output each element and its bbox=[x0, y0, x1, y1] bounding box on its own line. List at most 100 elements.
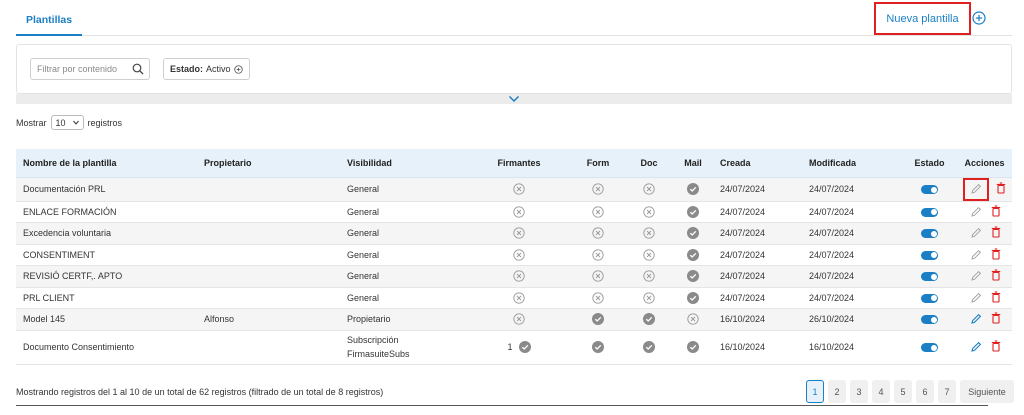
page-button-1[interactable]: 1 bbox=[806, 380, 824, 403]
cell-mail bbox=[673, 177, 713, 201]
table-row[interactable]: REVISIÓ CERTF,. APTO General 24/07/2024 24/… bbox=[16, 265, 1012, 288]
col-header-visibility[interactable]: Visibilidad bbox=[340, 149, 467, 178]
col-header-owner[interactable]: Propietario bbox=[197, 149, 340, 178]
delete-trash-icon[interactable] bbox=[995, 182, 1007, 196]
edit-pencil-icon[interactable] bbox=[968, 224, 984, 242]
col-header-signers[interactable]: Firmantes bbox=[467, 149, 571, 178]
tab-bar: Plantillas bbox=[16, 0, 1012, 36]
state-toggle[interactable] bbox=[921, 272, 938, 282]
search-icon[interactable] bbox=[132, 63, 144, 75]
page-button-4[interactable]: 4 bbox=[872, 380, 890, 403]
search-box[interactable] bbox=[30, 58, 150, 80]
table-row[interactable]: ENLACE FORMACIÓN General 24/07/2024 24/07/2… bbox=[16, 201, 1012, 223]
delete-trash-icon[interactable] bbox=[990, 269, 1002, 283]
edit-pencil-icon[interactable] bbox=[968, 338, 984, 356]
col-header-name[interactable]: Nombre de la plantilla bbox=[16, 149, 197, 178]
state-filter-chip[interactable]: Estado: Activo bbox=[163, 58, 250, 80]
collapse-bar[interactable] bbox=[16, 94, 1012, 104]
page-button-3[interactable]: 3 bbox=[850, 380, 868, 403]
cell-modified: 24/07/2024 bbox=[809, 184, 855, 194]
remove-filter-icon[interactable] bbox=[233, 64, 243, 74]
cell-actions bbox=[957, 177, 1012, 201]
state-toggle[interactable] bbox=[921, 250, 938, 260]
delete-trash-icon[interactable] bbox=[990, 291, 1002, 305]
x-circle-icon bbox=[513, 313, 525, 325]
cell-mail bbox=[673, 223, 713, 245]
cell-created: 24/07/2024 bbox=[720, 184, 766, 194]
page-button-6[interactable]: 6 bbox=[916, 380, 934, 403]
edit-pencil-icon[interactable] bbox=[968, 246, 984, 264]
table-row[interactable]: Model 145 Alfonso Propietario 16/10/2024 26/… bbox=[16, 308, 1012, 331]
check-circle-icon bbox=[687, 205, 699, 218]
delete-trash-icon[interactable] bbox=[990, 205, 1002, 219]
state-toggle[interactable] bbox=[921, 207, 938, 217]
check-circle-icon bbox=[518, 341, 531, 353]
next-page-button[interactable]: Siguiente bbox=[960, 380, 1014, 403]
x-circle-icon bbox=[513, 270, 525, 282]
cell-visibility: General bbox=[347, 228, 380, 239]
cell-actions bbox=[957, 330, 1012, 364]
edit-pencil-icon[interactable] bbox=[968, 203, 984, 221]
edit-pencil-icon[interactable] bbox=[962, 177, 989, 201]
cell-signers bbox=[467, 201, 571, 223]
state-toggle[interactable] bbox=[921, 343, 938, 353]
cell-visibility: General bbox=[347, 249, 380, 260]
table-row[interactable]: Documentación PRL General 24/07/2024 24/07/… bbox=[16, 177, 1012, 201]
cell-modified: 26/10/2024 bbox=[809, 314, 855, 325]
new-template-button[interactable]: Nueva plantilla bbox=[874, 2, 971, 35]
table-row[interactable]: Documento Consentimiento Subscripción Firm… bbox=[16, 330, 1012, 364]
edit-pencil-icon[interactable] bbox=[968, 289, 984, 307]
state-toggle[interactable] bbox=[921, 293, 938, 303]
visibility-line-1: Subscripción bbox=[347, 335, 399, 345]
cell-mail bbox=[673, 266, 713, 288]
state-toggle[interactable] bbox=[921, 229, 938, 239]
cell-doc bbox=[625, 309, 673, 331]
plus-circle-icon[interactable] bbox=[972, 11, 986, 25]
cell-signers bbox=[467, 309, 571, 331]
cell-mail bbox=[673, 287, 713, 309]
cell-state bbox=[902, 266, 957, 288]
delete-trash-icon[interactable] bbox=[990, 340, 1002, 354]
cell-owner bbox=[197, 287, 340, 309]
delete-trash-icon[interactable] bbox=[990, 248, 1002, 262]
delete-trash-icon[interactable] bbox=[990, 312, 1002, 326]
cell-form bbox=[571, 244, 625, 266]
chevron-down-icon[interactable] bbox=[508, 95, 520, 103]
state-toggle[interactable] bbox=[921, 315, 938, 325]
edit-pencil-icon[interactable] bbox=[968, 310, 984, 328]
table-row[interactable]: Excedencia voluntaria General 24/07/2024 24… bbox=[16, 222, 1012, 245]
cell-owner bbox=[197, 244, 340, 266]
cell-state bbox=[902, 287, 957, 309]
col-header-doc[interactable]: Doc bbox=[625, 149, 673, 178]
table-header-row: Nombre de la plantilla Propietario Visib… bbox=[16, 149, 1012, 178]
table-row[interactable]: PRL CLIENT General 24/07/2024 24/07/2024 bbox=[16, 287, 1012, 309]
cell-mail bbox=[673, 309, 713, 331]
cell-form bbox=[571, 201, 625, 223]
page-size-select[interactable]: 10 bbox=[50, 115, 84, 130]
page-button-2[interactable]: 2 bbox=[828, 380, 846, 403]
delete-trash-icon[interactable] bbox=[990, 226, 1002, 240]
col-header-modified[interactable]: Modificada bbox=[802, 149, 902, 178]
col-header-state[interactable]: Estado bbox=[902, 149, 957, 178]
search-input[interactable] bbox=[31, 59, 131, 79]
x-circle-icon bbox=[643, 206, 655, 218]
cell-mail bbox=[673, 244, 713, 266]
cell-name: Model 145 bbox=[23, 314, 66, 325]
x-circle-icon bbox=[643, 292, 655, 304]
edit-pencil-icon[interactable] bbox=[968, 267, 984, 285]
col-header-created[interactable]: Creada bbox=[713, 149, 802, 178]
tab-plantillas[interactable]: Plantillas bbox=[16, 0, 83, 36]
page-button-7[interactable]: 7 bbox=[938, 380, 956, 403]
page-button-5[interactable]: 5 bbox=[894, 380, 912, 403]
pagination: 1 2 3 4 5 6 7 Siguiente bbox=[806, 380, 1014, 403]
col-header-mail[interactable]: Mail bbox=[673, 149, 713, 178]
cell-owner: Alfonso bbox=[204, 314, 235, 325]
table-row[interactable]: CONSENTIMENT General 24/07/2024 24/07/2024 bbox=[16, 244, 1012, 266]
cell-doc bbox=[625, 177, 673, 201]
check-circle-icon bbox=[592, 313, 604, 326]
check-circle-icon bbox=[687, 227, 699, 240]
cell-doc bbox=[625, 223, 673, 245]
state-toggle[interactable] bbox=[921, 185, 938, 195]
col-header-form[interactable]: Form bbox=[571, 149, 625, 178]
check-circle-icon bbox=[687, 183, 699, 195]
